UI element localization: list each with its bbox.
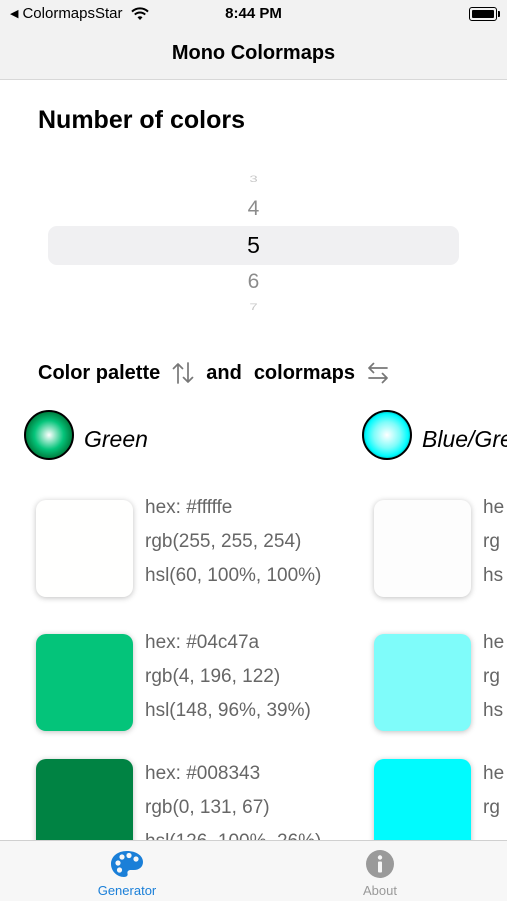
colormap-name: Green [84, 426, 148, 452]
rgb-value: rg [483, 531, 500, 552]
status-time: 8:44 PM [225, 5, 282, 22]
hsl-value: hsl(60, 100%, 100%) [145, 565, 322, 586]
color-swatch[interactable] [374, 500, 471, 597]
hex-value: hex: #fffffe [145, 497, 233, 518]
rgb-value: rgb(255, 255, 254) [145, 531, 302, 552]
status-bar: ◀ ColormapsStar 8:44 PM [0, 0, 507, 30]
hex-value: he [483, 497, 505, 518]
colormap-column-green: Green hex: #fffffe rgb(255, 255, 254) hs… [24, 410, 321, 856]
tab-generator-label: Generator [97, 883, 157, 898]
colormap-column-blue-green: Blue/Gre he rg hs he rg hs he rg [362, 410, 507, 856]
horizontal-arrows-icon[interactable] [365, 360, 391, 386]
tab-about[interactable]: About [320, 849, 440, 898]
rgb-value: rgb(4, 196, 122) [145, 666, 281, 687]
rgb-value: rg [483, 666, 500, 687]
color-palette-label: Color palette [38, 361, 161, 384]
picker-option[interactable]: 7 [48, 302, 459, 312]
color-swatch[interactable] [36, 500, 133, 597]
hex-value: hex: #04c47a [145, 632, 260, 653]
picker-option[interactable]: 4 [48, 197, 459, 221]
tab-bar: Generator About [0, 840, 507, 901]
navigation-bar: Mono Colormaps [0, 30, 507, 80]
color-swatch[interactable] [374, 634, 471, 731]
number-picker[interactable]: 3 4 5 6 7 [48, 165, 459, 320]
number-of-colors-title: Number of colors [38, 106, 245, 134]
picker-selected-option[interactable]: 5 [48, 232, 459, 259]
colormaps-label: colormaps [253, 361, 355, 384]
palette-header: Color palette and colormaps [38, 359, 401, 387]
colormap-name: Blue/Gre [422, 426, 507, 452]
hsl-value: hsl(148, 96%, 39%) [145, 700, 311, 721]
vertical-arrows-icon[interactable] [170, 360, 196, 386]
rgb-value: rg [483, 797, 500, 818]
nav-title: Mono Colormaps [171, 42, 336, 64]
tab-generator[interactable]: Generator [67, 849, 187, 898]
hex-value: he [483, 632, 505, 653]
palette-icon [111, 851, 143, 877]
picker-option[interactable]: 3 [48, 174, 459, 184]
info-icon [366, 850, 394, 878]
color-swatch[interactable] [36, 634, 133, 731]
hsl-value: hs [483, 700, 504, 721]
battery-icon [469, 7, 500, 21]
hsl-value: hs [483, 565, 504, 586]
colormap-gradient-icon[interactable] [362, 410, 412, 460]
rgb-value: rgb(0, 131, 67) [145, 797, 270, 818]
picker-option[interactable]: 6 [48, 270, 459, 294]
and-label: and [206, 361, 242, 384]
tab-about-label: About [363, 883, 397, 898]
hex-value: hex: #008343 [145, 763, 261, 784]
hex-value: he [483, 763, 505, 784]
colormap-gradient-icon[interactable] [24, 410, 74, 460]
